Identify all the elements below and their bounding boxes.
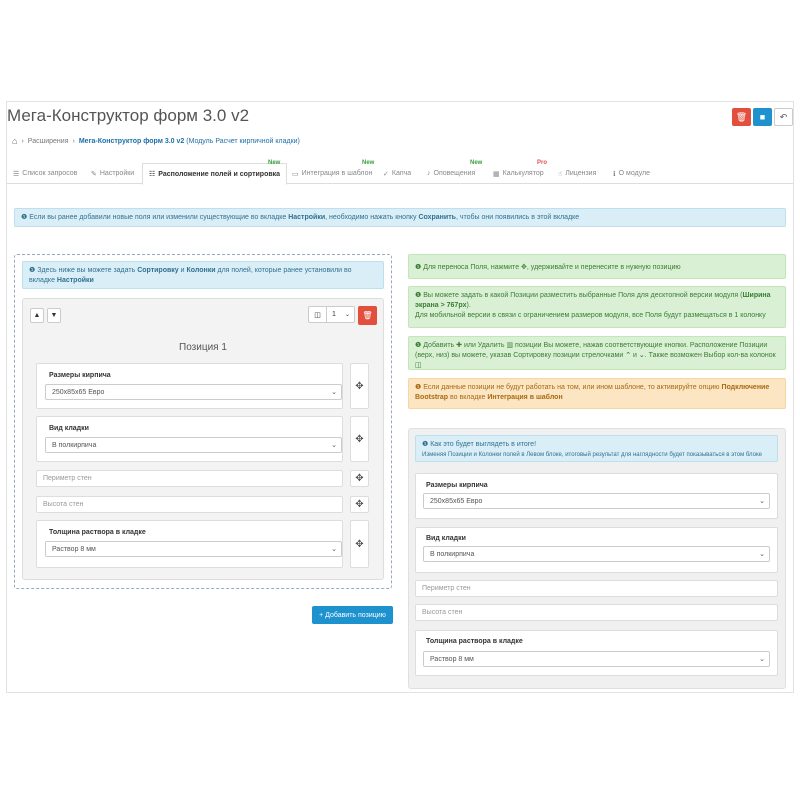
info-icon: ❶ bbox=[415, 342, 422, 349]
field-label: Размеры кирпича bbox=[426, 482, 488, 489]
columns-select[interactable]: ◫ 1 ⌄ bbox=[308, 306, 355, 323]
move-handle[interactable]: ✥ bbox=[350, 520, 369, 568]
tab-requests[interactable]: ☰ Список запросов bbox=[13, 163, 77, 184]
back-button[interactable]: ↶ bbox=[774, 108, 793, 126]
preview-perimeter-input[interactable]: Периметр стен bbox=[415, 580, 778, 597]
arrows-move-icon: ✥ bbox=[355, 433, 364, 445]
field-label: Толщина раствора в кладке bbox=[49, 529, 146, 536]
tab-calculator[interactable]: ▦ Калькулятор bbox=[493, 163, 544, 184]
tab-badge-new: New bbox=[362, 160, 375, 166]
trash-icon: 🗑 bbox=[362, 311, 373, 320]
info-icon: ❶ bbox=[415, 264, 422, 271]
wrench-icon: ✎ bbox=[91, 170, 97, 178]
chevron-down-icon: ⌄ bbox=[331, 442, 337, 449]
list-icon: ☷ bbox=[149, 171, 156, 178]
info-icon: ❶ bbox=[422, 441, 429, 448]
top-info-alert: ❶ Если вы ранее добавили новые поля или … bbox=[14, 208, 786, 227]
move-handle[interactable]: ✥ bbox=[350, 363, 369, 409]
tab-notifications[interactable]: ♪ Оповещения bbox=[427, 163, 475, 184]
brick-size-select[interactable]: 250х85х65 Евро ⌄ bbox=[45, 384, 342, 400]
position-hint-alert: ❶ Вы можете задать в какой Позиции разме… bbox=[408, 286, 786, 328]
thumbs-up-icon: ☝ bbox=[558, 170, 563, 178]
chevron-down-icon: ⌄ bbox=[331, 389, 337, 396]
field-label: Вид кладки bbox=[426, 535, 466, 542]
chevron-down-icon: ⌄ bbox=[759, 498, 765, 505]
chevron-down-icon: ⌄ bbox=[759, 656, 765, 663]
add-position-button[interactable]: + Добавить позицию bbox=[312, 606, 393, 624]
move-down-button[interactable]: ▼ bbox=[47, 308, 61, 323]
chevron-up-icon: ▲ bbox=[33, 312, 41, 319]
position-title: Позиция 1 bbox=[179, 342, 227, 353]
arrows-move-icon: ✥ bbox=[355, 380, 364, 392]
tab-badge-new: New bbox=[470, 160, 483, 166]
save-button[interactable]: ■ bbox=[753, 108, 772, 126]
field-label: Размеры кирпича bbox=[49, 372, 111, 379]
move-up-button[interactable]: ▲ bbox=[30, 308, 44, 323]
move-handle[interactable]: ✥ bbox=[350, 416, 369, 462]
breadcrumb-module[interactable]: Мега-Конструктор форм 3.0 v2 (Модуль Рас… bbox=[79, 138, 300, 145]
breadcrumb: ⌂ › Расширения › Мега-Конструктор форм 3… bbox=[12, 136, 300, 146]
tab-captcha[interactable]: ✓ Капча bbox=[383, 163, 411, 184]
arrows-move-icon: ✥ bbox=[355, 538, 364, 550]
bootstrap-warning-alert: ❶ Если данные позиции не будут работать … bbox=[408, 378, 786, 409]
info-icon: ❶ bbox=[21, 214, 28, 221]
masonry-select[interactable]: В полкирпича ⌄ bbox=[45, 437, 342, 453]
preview-mortar-select[interactable]: Раствор 8 мм ⌄ bbox=[423, 651, 770, 667]
tab-badge-pro: Pro bbox=[537, 160, 548, 166]
chevron-down-icon: ⌄ bbox=[331, 546, 337, 553]
perimeter-input[interactable]: Периметр стен bbox=[36, 470, 343, 487]
chevron-down-icon: ⌄ bbox=[344, 312, 350, 318]
tab-settings[interactable]: ✎ Настройки bbox=[91, 163, 134, 184]
delete-button[interactable]: 🗑 bbox=[732, 108, 751, 126]
list-icon: ☰ bbox=[13, 170, 20, 178]
move-handle[interactable]: ✥ bbox=[350, 496, 369, 513]
chevron-down-icon: ▼ bbox=[50, 312, 58, 319]
move-handle[interactable]: ✥ bbox=[350, 470, 369, 487]
tab-integration[interactable]: ▭ Интеграция в шаблон bbox=[292, 163, 372, 184]
field-label: Толщина раствора в кладке bbox=[426, 638, 523, 645]
tab-badge-new: New bbox=[268, 160, 281, 166]
calculator-icon: ▦ bbox=[493, 170, 500, 178]
preview-height-input[interactable]: Высота стен bbox=[415, 604, 778, 621]
delete-position-button[interactable]: 🗑 bbox=[358, 306, 377, 325]
sort-hint-alert: ❶ Добавить ✚ или Удалить ▥ позиции Вы мо… bbox=[408, 336, 786, 370]
mortar-select[interactable]: Раствор 8 мм ⌄ bbox=[45, 541, 342, 557]
left-info-alert: ❶ Здесь ниже вы можете задать Сортировку… bbox=[22, 261, 384, 289]
floppy-icon: ■ bbox=[759, 112, 766, 122]
tab-field-layout[interactable]: ☷ Расположение полей и сортировка bbox=[142, 163, 288, 185]
height-input[interactable]: Высота стен bbox=[36, 496, 343, 513]
preview-info-alert: ❶ Как это будет выглядеть в итоге! Измен… bbox=[415, 435, 778, 462]
tab-license[interactable]: ☝ Лицензия bbox=[558, 163, 596, 184]
preview-brick-size-select[interactable]: 250х85х65 Евро ⌄ bbox=[423, 493, 770, 509]
arrows-move-icon: ✥ bbox=[355, 499, 364, 510]
trash-icon: 🗑 bbox=[735, 111, 748, 122]
info-icon: ❶ bbox=[415, 384, 422, 391]
columns-icon: ◫ bbox=[309, 307, 327, 322]
arrows-move-icon: ✥ bbox=[355, 473, 364, 484]
reply-icon: ↶ bbox=[779, 111, 788, 122]
preview-masonry-select[interactable]: В полкирпича ⌄ bbox=[423, 546, 770, 562]
field-label: Вид кладки bbox=[49, 425, 89, 432]
info-icon: ℹ bbox=[613, 170, 616, 178]
home-icon[interactable]: ⌂ bbox=[12, 136, 17, 146]
info-icon: ❶ bbox=[415, 292, 422, 299]
check-icon: ✓ bbox=[383, 170, 389, 178]
breadcrumb-extensions[interactable]: Расширения bbox=[28, 138, 69, 145]
bell-icon: ♪ bbox=[427, 170, 431, 177]
info-icon: ❶ bbox=[29, 267, 36, 274]
tab-bar: ☰ Список запросов ✎ Настройки ☷ Расположени… bbox=[7, 163, 793, 185]
columns-icon: ◫ bbox=[415, 362, 422, 369]
monitor-icon: ▭ bbox=[292, 170, 299, 178]
chevron-down-icon: ⌄ bbox=[759, 551, 765, 558]
page-title: Мега-Конструктор форм 3.0 v2 bbox=[7, 106, 250, 125]
tab-about[interactable]: ℹО модуле bbox=[613, 163, 650, 184]
drag-hint-alert: ❶ Для переноса Поля, нажмите ✥, удержива… bbox=[408, 254, 786, 279]
